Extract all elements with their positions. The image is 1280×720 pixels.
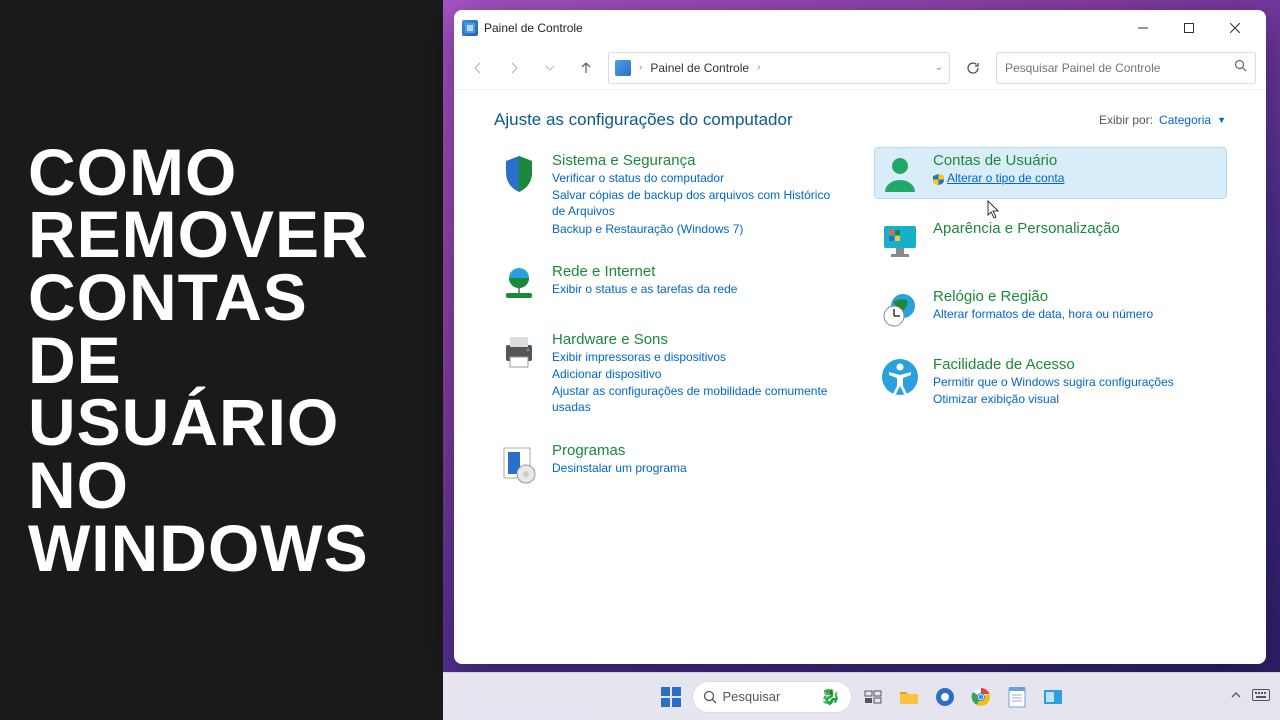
control-panel-window: Painel de Controle › Painel de Controle … bbox=[454, 10, 1266, 664]
category-link-change-account-type[interactable]: Alterar o tipo de conta bbox=[933, 170, 1064, 186]
close-button[interactable] bbox=[1212, 12, 1258, 44]
taskbar[interactable]: Pesquisar 🐉 bbox=[443, 672, 1280, 720]
maximize-button[interactable] bbox=[1166, 12, 1212, 44]
system-tray[interactable] bbox=[1230, 688, 1270, 705]
category-link[interactable]: Ajustar as configurações de mobilidade c… bbox=[552, 383, 841, 415]
search-box[interactable] bbox=[996, 52, 1256, 84]
video-title-panel: COMO REMOVER CONTAS DE USUÁRIO NO WINDOW… bbox=[0, 0, 443, 720]
category-link[interactable]: Verificar o status do computador bbox=[552, 170, 841, 186]
chevron-right-icon: › bbox=[637, 62, 644, 73]
category-title[interactable]: Relógio e Região bbox=[933, 288, 1153, 305]
category-link[interactable]: Exibir o status e as tarefas da rede bbox=[552, 281, 737, 297]
category-clock-region[interactable]: Relógio e Região Alterar formatos de dat… bbox=[875, 284, 1226, 334]
view-by-value[interactable]: Categoria bbox=[1159, 113, 1211, 127]
content-area: Ajuste as configurações do computador Ex… bbox=[454, 90, 1266, 664]
view-by-label: Exibir por: bbox=[1099, 113, 1153, 127]
network-icon bbox=[498, 263, 540, 305]
chrome-icon[interactable] bbox=[966, 682, 996, 712]
uac-shield-icon bbox=[933, 173, 944, 184]
address-bar[interactable]: › Painel de Controle › ⌄ bbox=[608, 52, 950, 84]
category-title[interactable]: Programas bbox=[552, 442, 687, 459]
category-user-accounts[interactable]: Contas de Usuário Alterar o tipo de cont… bbox=[875, 148, 1226, 198]
refresh-button[interactable] bbox=[958, 53, 988, 83]
taskbar-search[interactable]: Pesquisar 🐉 bbox=[692, 681, 852, 713]
category-network[interactable]: Rede e Internet Exibir o status e as tar… bbox=[494, 259, 845, 309]
user-icon bbox=[879, 152, 921, 194]
task-view-button[interactable] bbox=[858, 682, 888, 712]
category-link[interactable]: Exibir impressoras e dispositivos bbox=[552, 349, 841, 365]
category-title[interactable]: Facilidade de Acesso bbox=[933, 356, 1174, 373]
category-title[interactable]: Sistema e Segurança bbox=[552, 152, 841, 169]
taskbar-search-placeholder: Pesquisar bbox=[723, 689, 781, 704]
tray-chevron-icon[interactable] bbox=[1230, 689, 1242, 704]
control-panel-taskbar-icon[interactable] bbox=[1038, 682, 1068, 712]
app-icon-blue[interactable] bbox=[930, 682, 960, 712]
control-panel-icon bbox=[462, 20, 478, 36]
search-mascot-icon: 🐉 bbox=[821, 687, 841, 707]
category-link[interactable]: Desinstalar um programa bbox=[552, 460, 687, 476]
chevron-down-icon[interactable]: ⌄ bbox=[935, 62, 943, 73]
caret-down-icon: ▼ bbox=[1217, 115, 1226, 125]
category-system-security[interactable]: Sistema e Segurança Verificar o status d… bbox=[494, 148, 845, 241]
chevron-right-icon: › bbox=[755, 62, 762, 73]
category-ease-of-access[interactable]: Facilidade de Acesso Permitir que o Wind… bbox=[875, 352, 1226, 411]
navigation-bar: › Painel de Controle › ⌄ bbox=[454, 46, 1266, 90]
category-link[interactable]: Alterar formatos de data, hora ou número bbox=[933, 306, 1153, 322]
up-button[interactable] bbox=[572, 54, 600, 82]
clock-globe-icon bbox=[879, 288, 921, 330]
view-by-selector[interactable]: Exibir por: Categoria ▼ bbox=[1099, 113, 1226, 127]
titlebar[interactable]: Painel de Controle bbox=[454, 10, 1266, 46]
monitor-icon bbox=[879, 220, 921, 262]
keyboard-icon[interactable] bbox=[1252, 688, 1270, 705]
control-panel-icon-small bbox=[615, 60, 631, 76]
start-button[interactable] bbox=[656, 682, 686, 712]
shield-icon bbox=[498, 152, 540, 194]
category-link[interactable]: Otimizar exibição visual bbox=[933, 391, 1174, 407]
category-link[interactable]: Salvar cópias de backup dos arquivos com… bbox=[552, 187, 841, 219]
category-hardware[interactable]: Hardware e Sons Exibir impressoras e dis… bbox=[494, 327, 845, 420]
category-title[interactable]: Rede e Internet bbox=[552, 263, 737, 280]
accessibility-icon bbox=[879, 356, 921, 398]
back-button[interactable] bbox=[464, 54, 492, 82]
page-heading: Ajuste as configurações do computador bbox=[494, 110, 793, 130]
recent-dropdown-button[interactable] bbox=[536, 54, 564, 82]
file-explorer-icon[interactable] bbox=[894, 682, 924, 712]
category-appearance[interactable]: Aparência e Personalização bbox=[875, 216, 1226, 266]
breadcrumb-item[interactable]: Painel de Controle bbox=[650, 61, 749, 75]
category-title[interactable]: Aparência e Personalização bbox=[933, 220, 1120, 237]
category-programs[interactable]: Programas Desinstalar um programa bbox=[494, 438, 845, 488]
video-title: COMO REMOVER CONTAS DE USUÁRIO NO WINDOW… bbox=[28, 141, 415, 580]
notepad-icon[interactable] bbox=[1002, 682, 1032, 712]
category-link[interactable]: Permitir que o Windows sugira configuraç… bbox=[933, 374, 1174, 390]
category-link[interactable]: Adicionar dispositivo bbox=[552, 366, 841, 382]
search-icon bbox=[1234, 59, 1247, 77]
forward-button[interactable] bbox=[500, 54, 528, 82]
programs-icon bbox=[498, 442, 540, 484]
printer-icon bbox=[498, 331, 540, 373]
category-title[interactable]: Hardware e Sons bbox=[552, 331, 841, 348]
search-input[interactable] bbox=[1005, 61, 1228, 75]
minimize-button[interactable] bbox=[1120, 12, 1166, 44]
category-link[interactable]: Backup e Restauração (Windows 7) bbox=[552, 221, 841, 237]
desktop: Painel de Controle › Painel de Controle … bbox=[443, 0, 1280, 720]
category-title[interactable]: Contas de Usuário bbox=[933, 152, 1064, 169]
window-title: Painel de Controle bbox=[484, 21, 583, 35]
